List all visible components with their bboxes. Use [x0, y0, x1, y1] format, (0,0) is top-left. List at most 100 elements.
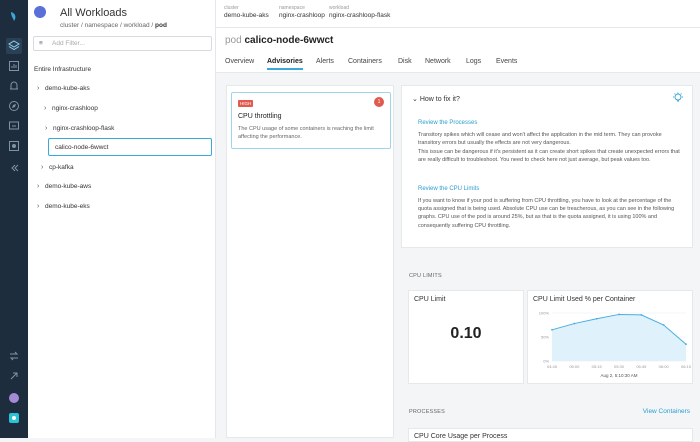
series-point	[685, 343, 687, 346]
cpu-usage-chart-panel: CPU Limit Used % per Container 100% 50% 0%…	[527, 290, 693, 384]
series-point	[573, 322, 576, 325]
tree-item-label: demo-kube-aws	[45, 183, 92, 190]
breadcrumb-workload[interactable]: workload	[124, 22, 150, 29]
capture-icon[interactable]	[6, 138, 22, 154]
tree-item-label: nginx-crashloop-flask	[53, 125, 115, 132]
x-tick-label: 05:00	[569, 364, 580, 369]
page-title: pod calico-node-6wwct	[225, 35, 333, 46]
fix-panel: ⌄ How to fix it? Review the Processes Tr…	[401, 85, 693, 248]
collapse-icon[interactable]	[6, 160, 22, 176]
breadcrumb-namespace[interactable]: namespace	[85, 22, 119, 29]
dashboard-icon[interactable]	[6, 58, 22, 74]
advisories-list: HIGH 1 CPU throttling The CPU usage of s…	[226, 85, 394, 438]
crumb-cluster[interactable]: cluster demo-kube-aks	[224, 5, 269, 19]
series-point	[662, 324, 665, 326]
chevron-down-icon: ⌄	[412, 96, 418, 103]
tab-events[interactable]: Events	[496, 58, 517, 65]
events-icon[interactable]	[6, 118, 22, 134]
tree-item-label: demo-kube-aks	[45, 85, 90, 92]
breadcrumb-cluster[interactable]: cluster	[60, 22, 79, 29]
process-panel-title: CPU Core Usage per Process	[414, 433, 508, 440]
tab-overview[interactable]: Overview	[225, 58, 254, 65]
help-icon[interactable]	[6, 410, 22, 426]
fix-text: Transitory spikes which will cease and w…	[418, 132, 662, 147]
severity-badge: HIGH	[238, 100, 254, 107]
tab-advisories[interactable]: Advisories	[267, 58, 303, 70]
tab-network[interactable]: Network	[425, 58, 451, 65]
tab-logs[interactable]: Logs	[466, 58, 481, 65]
crumb-namespace[interactable]: namespace nginx-crashloop	[279, 5, 325, 19]
tab-disk[interactable]: Disk	[398, 58, 412, 65]
rocket-icon[interactable]	[6, 368, 22, 384]
fix-heading-label: How to fix it?	[419, 96, 460, 103]
integrations-icon[interactable]	[6, 348, 22, 364]
section-review-cpu-limits[interactable]: Review the CPU Limits	[418, 186, 479, 192]
fix-text: This issue can be dangerous if it's pers…	[418, 149, 680, 164]
workloads-logo-icon	[34, 6, 46, 18]
tree-item[interactable]: › cp-kafka	[41, 164, 74, 171]
avatar[interactable]	[6, 390, 22, 406]
x-tick-label: 05:15	[592, 364, 603, 369]
chevron-right-icon[interactable]: ›	[41, 164, 43, 171]
chevron-right-icon[interactable]: ›	[44, 105, 46, 112]
tree-item-label: demo-kube-eks	[45, 203, 90, 210]
y-tick-label: 0%	[543, 359, 549, 364]
tree-item-selected[interactable]: calico-node-6wwct	[55, 144, 108, 151]
tree-item-label: nginx-crashloop	[52, 105, 98, 112]
filter-placeholder: Add Filter...	[52, 40, 85, 47]
x-tick-label: 05:30	[614, 364, 625, 369]
series-point	[595, 317, 598, 320]
tree-item[interactable]: › demo-kube-aws	[37, 183, 92, 190]
tree-item[interactable]: › nginx-crashloop-flask	[45, 125, 115, 132]
series-point	[551, 328, 553, 331]
processes-section-title: PROCESSES	[409, 409, 446, 415]
logo-icon	[6, 8, 22, 24]
x-tick-label: 04:45	[547, 364, 558, 369]
tab-bar: Overview Advisories Alerts Containers Di…	[216, 55, 700, 73]
crumb-key: namespace	[279, 5, 305, 11]
explore-icon[interactable]	[6, 98, 22, 114]
chevron-right-icon[interactable]: ›	[37, 203, 39, 210]
tree-item[interactable]: › demo-kube-eks	[37, 203, 90, 210]
chevron-right-icon[interactable]: ›	[37, 85, 39, 92]
cpu-usage-chart: 100% 50% 0%04:45 05:00 05:15 05:30 05:45 06:00 0…	[539, 311, 692, 379]
filter-input[interactable]: ≡ Add Filter...	[33, 36, 212, 51]
crumb-value: demo-kube-aks	[224, 12, 269, 19]
crumb-workload[interactable]: workload nginx-crashloop-flask	[329, 5, 390, 19]
view-containers-link[interactable]: View Containers	[643, 408, 690, 415]
title-prefix: pod	[225, 35, 242, 46]
cpu-limit-value: 0.10	[450, 325, 482, 342]
x-tick-label: 05:45	[636, 364, 647, 369]
breadcrumb: cluster / namespace / workload / pod	[60, 22, 167, 29]
cpu-limit-panel: CPU Limit 0.10	[408, 290, 524, 384]
tab-containers[interactable]: Containers	[348, 58, 382, 65]
advisory-description: The CPU usage of some containers is reac…	[238, 126, 374, 140]
crumb-key: cluster	[224, 5, 239, 11]
sidebar-title: All Workloads	[60, 7, 128, 19]
section-title: Entire Infrastructure	[34, 66, 92, 73]
advisory-card[interactable]: HIGH 1 CPU throttling The CPU usage of s…	[231, 92, 391, 149]
lightbulb-icon[interactable]	[672, 92, 684, 104]
crumb-key: workload	[329, 5, 350, 11]
alerts-icon[interactable]	[6, 78, 22, 94]
section-review-processes[interactable]: Review the Processes	[418, 120, 477, 126]
main-content: cluster demo-kube-aks namespace nginx-cras…	[216, 0, 700, 442]
workloads-sidebar: All Workloads cluster / namespace / work…	[28, 0, 216, 438]
context-bar: cluster demo-kube-aks namespace nginx-cras…	[216, 0, 700, 28]
series-point	[640, 314, 643, 316]
series-point	[618, 313, 620, 316]
crumb-value: nginx-crashloop	[279, 12, 325, 19]
y-tick-label: 50%	[541, 335, 549, 340]
crumb-value: nginx-crashloop-flask	[329, 12, 391, 19]
tree-item[interactable]: › demo-kube-aks	[37, 85, 90, 92]
chevron-right-icon[interactable]: ›	[45, 125, 47, 132]
workloads-icon[interactable]	[6, 38, 22, 54]
x-tick-label: 06:15	[681, 364, 692, 369]
advisory-title: CPU throttling	[238, 113, 282, 120]
chevron-right-icon[interactable]: ›	[37, 183, 39, 190]
tree-item-label: calico-node-6wwct	[55, 144, 109, 151]
tab-alerts[interactable]: Alerts	[316, 58, 334, 65]
tree-item[interactable]: › nginx-crashloop	[44, 105, 98, 112]
fix-heading[interactable]: ⌄ How to fix it?	[412, 95, 460, 103]
y-tick-label: 100%	[539, 311, 550, 316]
